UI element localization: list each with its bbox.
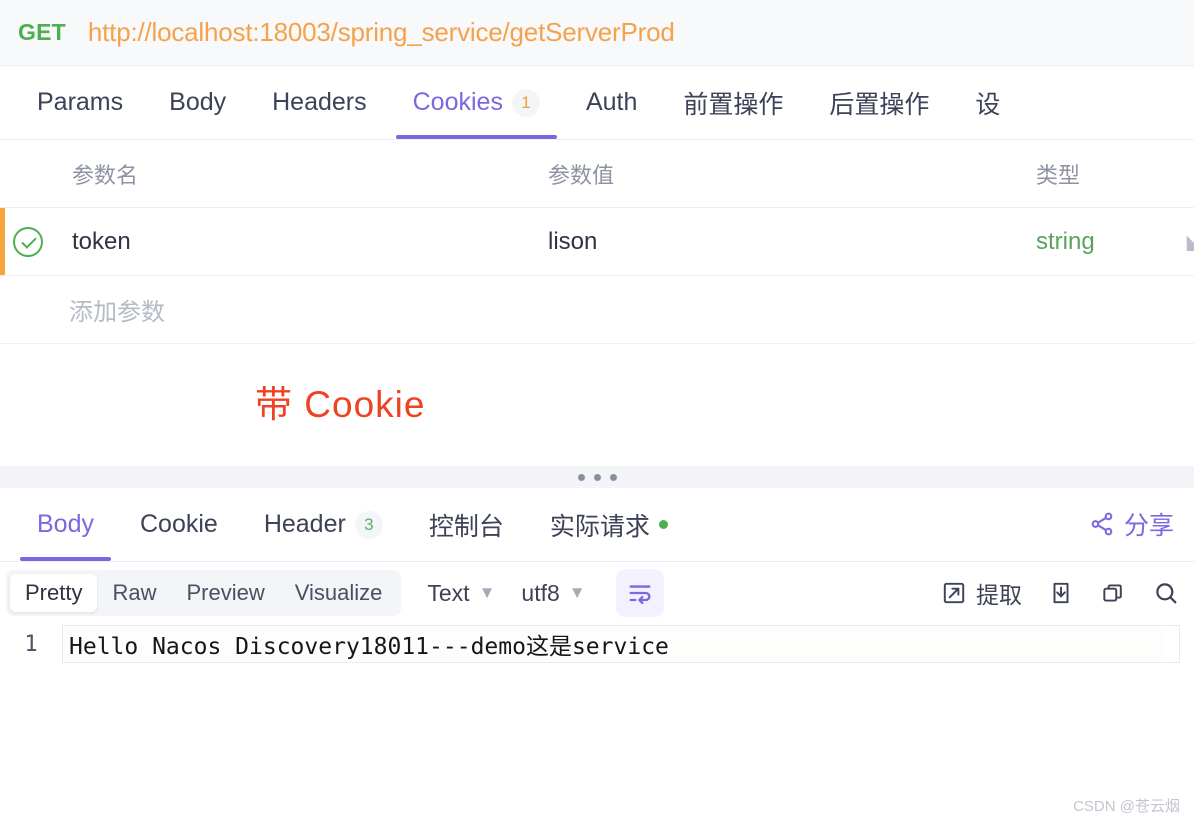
- tab-auth-label: Auth: [585, 88, 638, 116]
- extract-icon: [941, 580, 967, 606]
- copy-icon: [1100, 580, 1126, 606]
- panel-splitter[interactable]: [0, 466, 1194, 488]
- response-tab-console[interactable]: 控制台: [406, 488, 527, 561]
- tab-cookies-badge: 1: [511, 88, 540, 117]
- response-tab-bar: Body Cookie Header 3 控制台 实际请求 分享: [0, 488, 1194, 562]
- body-toolbar-right: 提取: [941, 576, 1180, 610]
- format-select-value: Text: [427, 579, 470, 606]
- tab-auth[interactable]: Auth: [563, 66, 660, 139]
- request-tab-bar: Params Body Headers Cookies 1 Auth 前置操作 …: [0, 66, 1194, 140]
- search-icon: [1152, 579, 1180, 607]
- tab-params-label: Params: [37, 88, 124, 116]
- body-toolbar: Pretty Raw Preview Visualize Text ▼ utf8…: [0, 562, 1194, 624]
- row-param-name[interactable]: token: [56, 228, 548, 256]
- cookies-param-table: 参数名 参数值 类型 token lison string ◣ 添加参数: [0, 140, 1194, 344]
- tab-pre-script-label: 前置操作: [683, 90, 784, 119]
- share-button[interactable]: 分享: [1077, 488, 1186, 559]
- table-row[interactable]: token lison string ◣: [0, 208, 1194, 276]
- chevron-down-icon: ▼: [478, 583, 496, 602]
- table-header-row: 参数名 参数值 类型: [0, 140, 1194, 208]
- share-icon: [1089, 511, 1115, 537]
- editor-line: 1 Hello Nacos Discovery18011---demo这是ser…: [0, 624, 1180, 664]
- header-param-value: 参数值: [548, 162, 615, 188]
- tab-settings[interactable]: 设: [952, 66, 1023, 139]
- response-tab-console-label: 控制台: [428, 512, 504, 541]
- response-tab-header-label: Header: [263, 510, 346, 538]
- response-tab-actual-request-label: 实际请求: [549, 512, 650, 541]
- header-param-type: 类型: [1036, 162, 1081, 188]
- response-tab-body[interactable]: Body: [14, 488, 117, 561]
- chevron-down-icon[interactable]: ◣: [1187, 229, 1194, 254]
- request-url-text[interactable]: http://localhost:18003/spring_service/ge…: [88, 17, 675, 48]
- tab-cookies-label: Cookies: [412, 88, 503, 116]
- search-button[interactable]: [1152, 579, 1180, 607]
- chevron-down-icon: ▼: [568, 583, 586, 602]
- tab-headers[interactable]: Headers: [249, 66, 390, 139]
- response-tab-actual-request[interactable]: 实际请求: [527, 488, 691, 561]
- status-dot-icon: [658, 520, 668, 529]
- wrap-lines-toggle[interactable]: [615, 569, 664, 617]
- view-mode-visualize[interactable]: Visualize: [280, 574, 398, 612]
- extract-label: 提取: [976, 582, 1022, 608]
- tab-pre-script[interactable]: 前置操作: [660, 66, 806, 139]
- tab-params[interactable]: Params: [14, 66, 146, 139]
- download-button[interactable]: [1048, 580, 1074, 606]
- response-tab-header-badge: 3: [354, 510, 383, 539]
- annotation-text: 带 Cookie: [255, 384, 426, 425]
- row-param-type-cell[interactable]: string ◣: [1036, 228, 1194, 256]
- header-param-name: 参数名: [72, 162, 139, 188]
- tab-post-script[interactable]: 后置操作: [806, 66, 952, 139]
- text-wrap-icon: [626, 579, 654, 607]
- view-mode-preview[interactable]: Preview: [171, 574, 279, 612]
- row-param-type: string: [1036, 227, 1095, 255]
- copy-button[interactable]: [1100, 580, 1126, 606]
- check-circle-icon[interactable]: [13, 226, 43, 257]
- share-label: 分享: [1123, 511, 1174, 540]
- row-enabled-checkbox-cell: [0, 226, 56, 257]
- tab-post-script-label: 后置操作: [829, 90, 930, 119]
- response-panel: Body Cookie Header 3 控制台 实际请求 分享 Pretty …: [0, 488, 1194, 824]
- drag-dot-icon: [609, 473, 617, 481]
- drag-dot-icon: [593, 473, 601, 481]
- editor-scrollbar[interactable]: [1162, 625, 1180, 663]
- encoding-select[interactable]: utf8 ▼: [521, 580, 585, 607]
- url-bar: GET http://localhost:18003/spring_servic…: [0, 0, 1194, 66]
- add-param-row[interactable]: 添加参数: [0, 276, 1194, 344]
- view-mode-segmented-control: Pretty Raw Preview Visualize: [6, 570, 402, 616]
- api-client-window: GET http://localhost:18003/spring_servic…: [0, 0, 1194, 824]
- watermark: CSDN @苍云烟: [1073, 798, 1180, 815]
- view-mode-pretty[interactable]: Pretty: [10, 574, 98, 612]
- response-tab-cookie[interactable]: Cookie: [117, 488, 241, 561]
- tab-cookies[interactable]: Cookies 1: [390, 66, 563, 139]
- response-tab-body-label: Body: [37, 510, 94, 538]
- download-icon: [1048, 580, 1074, 606]
- tab-body-label: Body: [169, 88, 227, 116]
- tab-headers-label: Headers: [272, 88, 367, 116]
- tab-body[interactable]: Body: [146, 66, 249, 139]
- format-select[interactable]: Text ▼: [427, 580, 495, 607]
- view-mode-raw[interactable]: Raw: [97, 574, 171, 612]
- tab-settings-label: 设: [975, 90, 1001, 119]
- line-number: 1: [24, 631, 38, 657]
- response-tab-cookie-label: Cookie: [139, 510, 218, 538]
- extract-button[interactable]: 提取: [941, 576, 1022, 610]
- response-tab-header[interactable]: Header 3: [241, 488, 406, 561]
- response-body-text[interactable]: Hello Nacos Discovery18011---demo这是servi…: [62, 625, 1162, 663]
- add-param-placeholder: 添加参数: [69, 299, 165, 326]
- http-method-label[interactable]: GET: [18, 19, 66, 46]
- drag-dot-icon: [577, 473, 585, 481]
- response-body-editor[interactable]: 1 Hello Nacos Discovery18011---demo这是ser…: [0, 624, 1194, 664]
- row-param-value[interactable]: lison: [548, 228, 1036, 256]
- encoding-select-value: utf8: [521, 579, 560, 606]
